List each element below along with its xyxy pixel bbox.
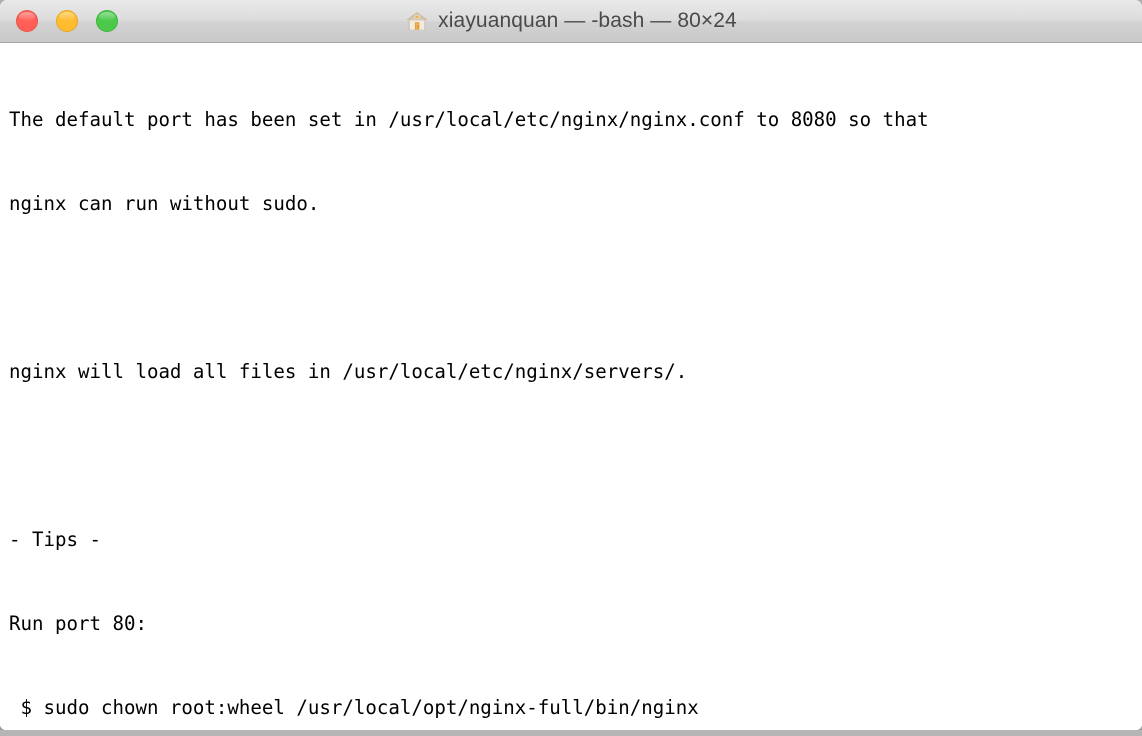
terminal-line: nginx can run without sudo. — [9, 192, 320, 215]
terminal-line: Run port 80: — [9, 612, 147, 635]
desktop-background — [0, 730, 1142, 736]
zoom-button[interactable] — [96, 10, 118, 32]
close-button[interactable] — [16, 10, 38, 32]
terminal-line: The default port has been set in /usr/lo… — [9, 108, 929, 131]
terminal-line: - Tips - — [9, 528, 101, 551]
minimize-button[interactable] — [56, 10, 78, 32]
house-icon — [405, 10, 429, 32]
window-title: xiayuanquan — -bash — 80×24 — [405, 9, 737, 33]
traffic-light-buttons — [16, 0, 118, 42]
window-titlebar[interactable]: xiayuanquan — -bash — 80×24 — [0, 0, 1142, 43]
window-title-text: xiayuanquan — -bash — 80×24 — [438, 9, 737, 32]
terminal-screen: The default port has been set in /usr/lo… — [9, 50, 929, 730]
terminal-window: xiayuanquan — -bash — 80×24 The default … — [0, 0, 1142, 730]
terminal-line: $ sudo chown root:wheel /usr/local/opt/n… — [9, 696, 699, 719]
terminal-content-area[interactable]: The default port has been set in /usr/lo… — [0, 43, 1142, 730]
terminal-line: nginx will load all files in /usr/local/… — [9, 360, 688, 383]
